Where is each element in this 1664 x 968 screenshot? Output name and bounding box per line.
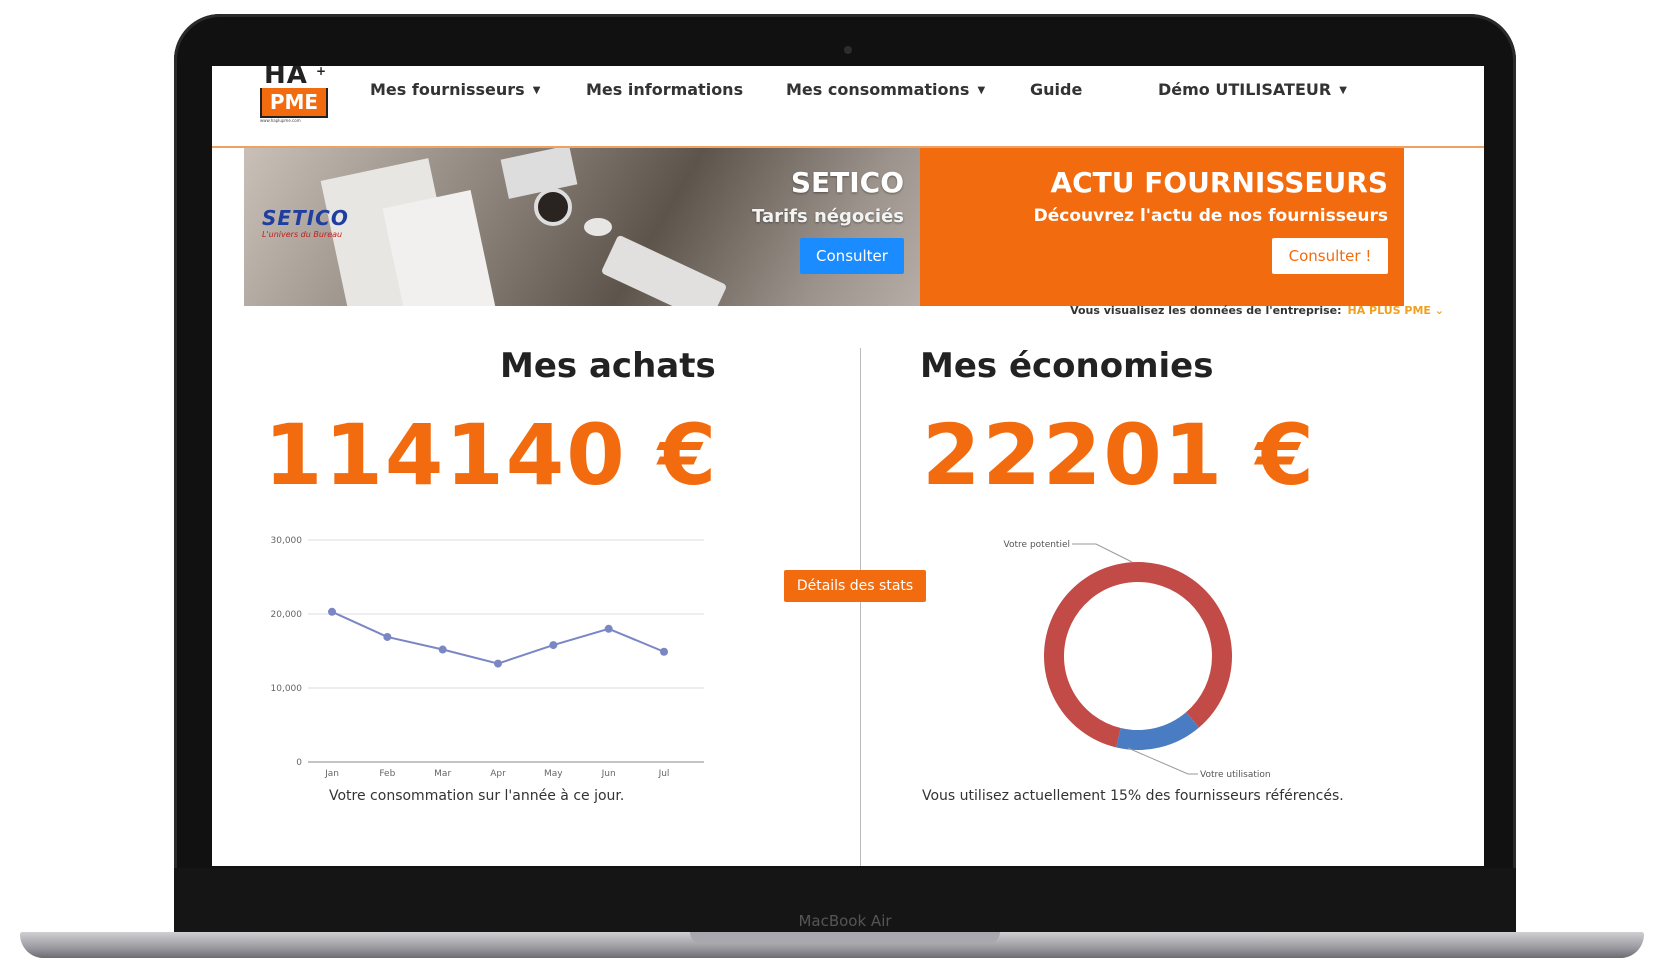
logo-top-text: HA (264, 66, 308, 90)
donut-slice-potentiel (1044, 562, 1232, 748)
x-tick-label: Apr (490, 769, 506, 779)
x-tick-label: Jan (324, 769, 339, 779)
laptop-notch (690, 932, 1000, 944)
nav-label: Guide (1030, 80, 1083, 99)
actu-subtitle: Découvrez l'actu de nos fournisseurs (1033, 206, 1388, 226)
data-point (660, 647, 668, 656)
actu-title: ACTU FOURNISSEURS (1050, 166, 1388, 199)
nav-label: Mes consommations (786, 80, 970, 99)
nav-label: Mes informations (586, 80, 744, 99)
camera-dot (844, 46, 852, 54)
actu-consult-button[interactable]: Consulter ! (1272, 238, 1388, 274)
paper-shape (500, 148, 578, 199)
mouse-shape (584, 218, 612, 236)
economies-caption: Vous utilisez actuellement 15% des fourn… (922, 788, 1344, 804)
logo-plus: + (316, 66, 327, 78)
setico-tagline: L'univers du Bureau (262, 230, 343, 239)
data-point (604, 624, 613, 633)
y-tick-label: 0 (296, 758, 302, 768)
caret-down-icon: ▼ (1339, 85, 1347, 96)
nav-label: Démo UTILISATEUR (1158, 80, 1332, 99)
x-tick-label: Mar (434, 769, 451, 779)
x-tick-label: Jun (601, 769, 616, 779)
data-point (383, 632, 392, 641)
nav-guide[interactable]: Guide (1030, 80, 1082, 99)
supplier-subtitle: Tarifs négociés (752, 206, 904, 227)
consumption-line-chart: 0 10,000 20,000 30,000 Jan Feb Mar Apr May Jun Jul (271, 536, 704, 779)
economies-amount: 22201 € (922, 406, 1316, 504)
nav-label: Mes fournisseurs (370, 80, 525, 99)
company-label: Vous visualisez les données de l'entrepr… (1070, 304, 1342, 317)
paper-shape (382, 189, 496, 306)
economies-title: Mes économies (920, 346, 1214, 386)
data-point (494, 659, 502, 668)
laptop-bottom-bezel: MacBook Air (174, 868, 1516, 934)
company-selector: Vous visualisez les données de l'entrepr… (1070, 304, 1444, 317)
series-line (331, 610, 665, 665)
device-label: MacBook Air (798, 912, 892, 930)
nav-user-menu[interactable]: Démo UTILISATEUR ▼ (1158, 80, 1347, 99)
section-divider (860, 348, 861, 866)
nav-mes-consommations[interactable]: Mes consommations ▼ (786, 80, 985, 99)
chevron-down-icon: ⌄ (1434, 304, 1444, 317)
y-tick-label: 20,000 (271, 610, 303, 620)
data-point (549, 641, 558, 650)
leader-line (1127, 747, 1198, 775)
caret-down-icon: ▼ (532, 85, 541, 96)
suppliers-donut-chart: Votre potentiel Votre utilisation (1004, 540, 1271, 780)
banner: SETICO L'univers du Bureau SETICO Tarifs… (244, 148, 1404, 306)
y-tick-label: 30,000 (271, 536, 303, 546)
y-tick-label: 10,000 (271, 684, 303, 694)
logo[interactable]: HA + PME www.haplupme.com (260, 66, 328, 123)
x-tick-label: Feb (379, 769, 395, 779)
logo-url: www.haplupme.com (260, 118, 301, 123)
coffee-cup-shape (534, 188, 572, 226)
leader-line (1072, 543, 1133, 563)
navbar: HA + PME www.haplupme.com Mes fournisseu… (212, 66, 1484, 148)
donut-label-potentiel: Votre potentiel (1004, 540, 1070, 550)
supplier-title: SETICO (790, 166, 904, 199)
stats-details-button[interactable]: Détails des stats (784, 570, 926, 602)
logo-box: PME (260, 88, 328, 118)
achats-title: Mes achats (500, 346, 716, 386)
company-name-dropdown[interactable]: HA PLUS PME ⌄ (1348, 304, 1445, 317)
actu-panel: ACTU FOURNISSEURS Découvrez l'actu de no… (920, 148, 1404, 306)
company-name: HA PLUS PME (1347, 304, 1431, 317)
browser-viewport: HA + PME www.haplupme.com Mes fournisseu… (212, 66, 1484, 866)
x-tick-label: May (544, 769, 563, 779)
data-point (438, 645, 447, 654)
x-tick-label: Jul (658, 769, 670, 779)
data-point (328, 607, 336, 616)
donut-slice-utilisation (1116, 712, 1200, 750)
banner-photo: SETICO L'univers du Bureau SETICO Tarifs… (244, 148, 920, 306)
setico-logo: SETICO (262, 206, 349, 230)
donut-label-utilisation: Votre utilisation (1200, 770, 1271, 780)
supplier-consult-button[interactable]: Consulter (800, 238, 904, 274)
nav-mes-informations[interactable]: Mes informations (586, 80, 743, 99)
caret-down-icon: ▼ (977, 85, 986, 96)
achats-caption: Votre consommation sur l'année à ce jour… (329, 788, 625, 804)
nav-mes-fournisseurs[interactable]: Mes fournisseurs ▼ (370, 80, 540, 99)
keyboard-shape (600, 234, 728, 306)
achats-amount: 114140 € (264, 406, 719, 504)
